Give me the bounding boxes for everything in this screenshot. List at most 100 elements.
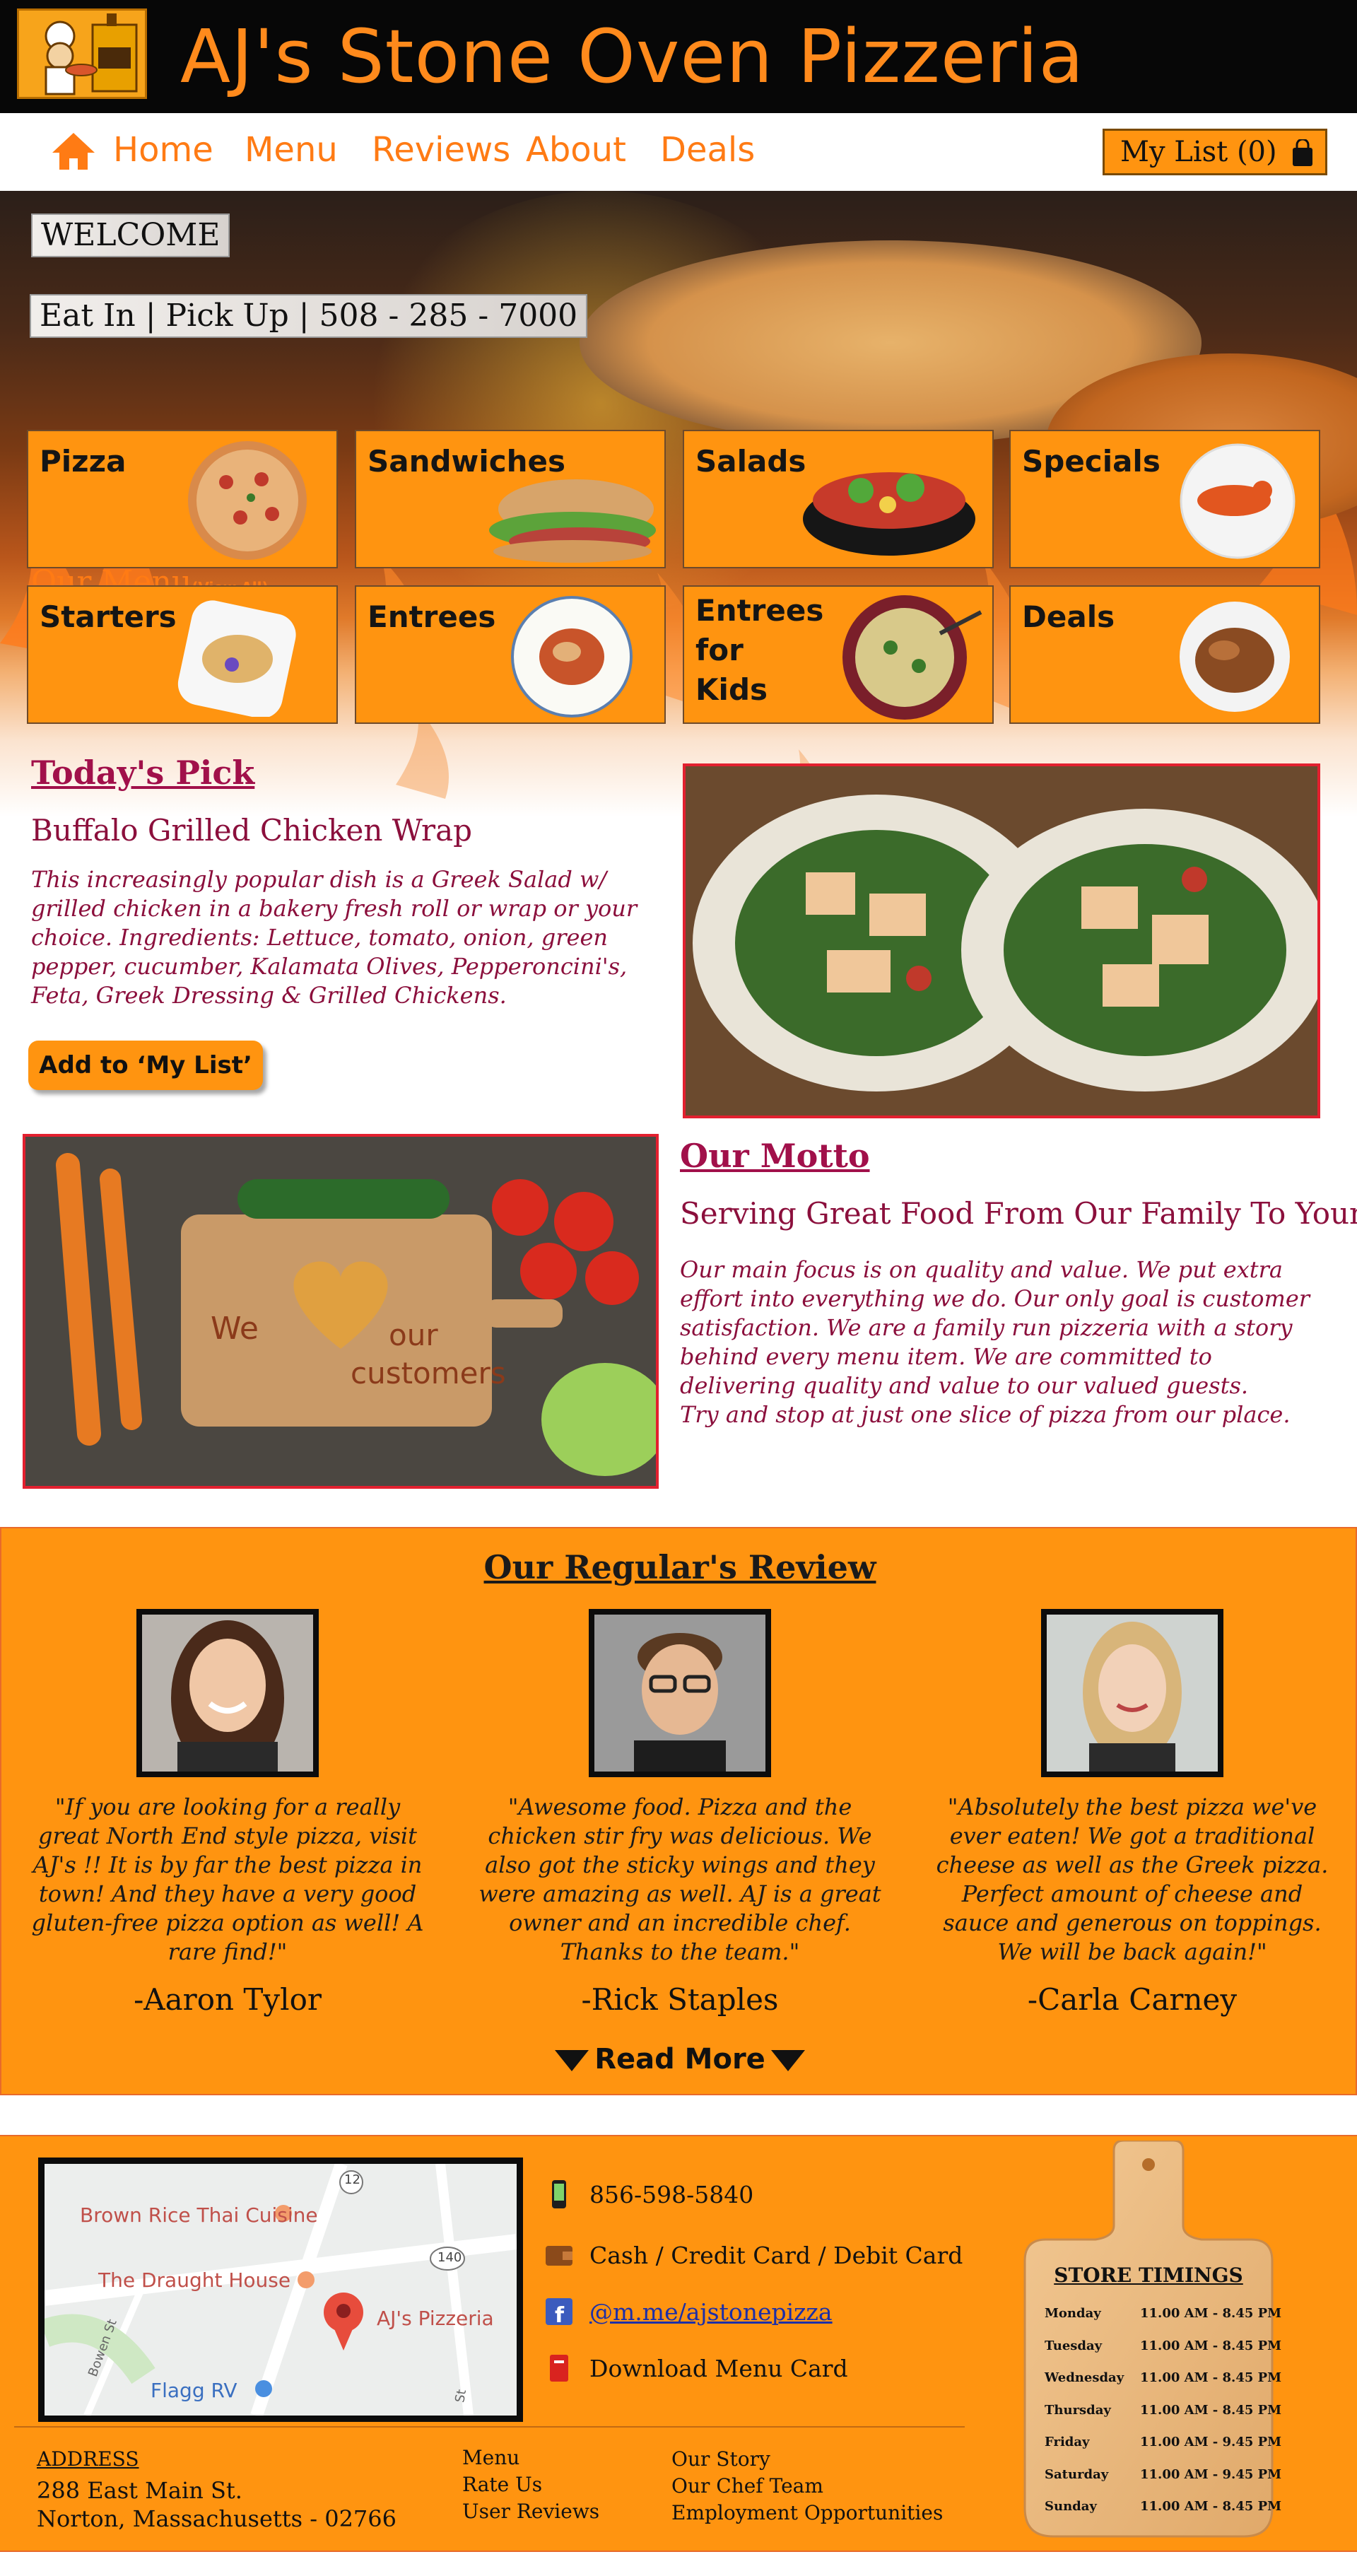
map-place-thai: Brown Rice Thai Cuisine — [80, 2203, 318, 2227]
reviews-title: Our Regular's Review — [483, 1548, 876, 1586]
timing-day: Tuesday — [1045, 2338, 1103, 2353]
chicken-wrap-photo — [683, 763, 1320, 1118]
category-label: Starters — [40, 599, 177, 634]
timing-hours: 11.00 AM - 8.45 PM — [1140, 2306, 1282, 2321]
roast-chicken-image — [1180, 602, 1290, 712]
footer-link-chef-team[interactable]: Our Chef Team — [671, 2474, 823, 2498]
timing-hours: 11.00 AM - 9.45 PM — [1140, 2466, 1282, 2482]
kids-entree-bowl-image — [842, 595, 982, 720]
wallet-icon — [546, 2246, 572, 2266]
our-motto-subheading: Serving Great Food From Our Family To Yo… — [680, 1196, 1357, 1231]
service-line: Eat In | Pick Up | 508 - 285 - 7000 — [30, 294, 588, 338]
facebook-icon: f — [546, 2298, 572, 2326]
home-icon[interactable] — [51, 131, 96, 171]
location-map[interactable]: Brown Rice Thai Cuisine The Draught Hous… — [38, 2158, 523, 2422]
image-word-our: our — [389, 1318, 438, 1352]
category-label: Specials — [1022, 444, 1161, 479]
category-salads[interactable]: Salads — [683, 430, 994, 568]
nav-home[interactable]: Home — [113, 129, 213, 171]
footer-link-employment[interactable]: Employment Opportunities — [671, 2501, 943, 2524]
timing-day: Wednesday — [1045, 2370, 1124, 2385]
footer-link-user-reviews[interactable]: User Reviews — [462, 2500, 599, 2523]
todays-pick-heading: Today's Pick — [31, 754, 255, 792]
triangle-down-icon — [555, 2050, 589, 2071]
timing-hours: 11.00 AM - 9.45 PM — [1140, 2435, 1282, 2449]
my-list-button[interactable]: My List (0) — [1103, 129, 1327, 175]
footer-link-rate-us[interactable]: Rate Us — [462, 2473, 542, 2496]
category-label: Entrees for Kids — [695, 593, 824, 707]
main-nav: Home Menu Reviews About Deals My List (0… — [0, 113, 1357, 191]
map-route-140: 140 — [437, 2250, 462, 2265]
timing-hours: 11.00 AM - 8.45 PM — [1140, 2338, 1282, 2353]
add-to-my-list-button[interactable]: Add to ‘My List’ — [28, 1041, 263, 1090]
facebook-row[interactable]: f @m.me/ajstonepizza — [544, 2295, 833, 2329]
logo[interactable] — [17, 8, 147, 99]
address-line-1: 288 East Main St. — [37, 2477, 242, 2504]
reviews-section: Our Regular's Review "If you are looking… — [0, 1527, 1357, 2095]
image-word-customers: customers — [351, 1356, 506, 1391]
svg-text:f: f — [555, 2303, 565, 2326]
entree-plate-image — [511, 596, 633, 718]
reviewer-photo — [142, 1615, 313, 1772]
site-footer: Brown Rice Thai Cuisine The Draught Hous… — [0, 2135, 1357, 2552]
category-label: Pizza — [40, 444, 127, 479]
review-card: "If you are looking for a really great N… — [23, 1609, 433, 2017]
shopping-bag-icon — [1293, 139, 1312, 166]
category-pizza[interactable]: Pizza — [27, 430, 338, 568]
nav-menu[interactable]: Menu — [245, 129, 338, 171]
triangle-down-icon — [770, 2050, 805, 2071]
starters-plate-image — [177, 600, 296, 717]
timing-day: Thursday — [1045, 2402, 1111, 2418]
category-starters[interactable]: Starters — [27, 585, 338, 724]
download-menu-card[interactable]: Download Menu Card — [589, 2355, 848, 2382]
avatar — [1041, 1609, 1223, 1777]
category-entrees-for-kids[interactable]: Entrees for Kids — [683, 585, 994, 724]
timing-hours: 11.00 AM - 8.45 PM — [1140, 2499, 1282, 2514]
category-deals[interactable]: Deals — [1009, 585, 1320, 724]
review-quote: "If you are looking for a really great N… — [31, 1793, 424, 1965]
download-row[interactable]: Download Menu Card — [544, 2351, 848, 2385]
review-card: "Absolutely the best pizza we've ever ea… — [927, 1609, 1337, 2017]
timing-hours: 11.00 AM - 8.45 PM — [1140, 2402, 1282, 2418]
reviewer-photo — [1047, 1615, 1218, 1772]
chef-pizza-oven-logo-icon — [19, 11, 145, 97]
address-line-2: Norton, Massachusetts - 02766 — [37, 2505, 396, 2532]
reviewer-photo — [594, 1615, 765, 1772]
footer-divider — [14, 2426, 965, 2428]
footer-link-menu[interactable]: Menu — [462, 2446, 519, 2469]
vegetables-board-illustration — [25, 1137, 656, 1486]
map-place-flagg: Flagg RV — [151, 2379, 237, 2402]
address-label: ADDRESS — [37, 2447, 139, 2471]
category-entrees[interactable]: Entrees — [355, 585, 666, 724]
chicken-wrap-illustration — [686, 766, 1317, 1116]
footer-link-our-story[interactable]: Our Story — [671, 2447, 770, 2471]
facebook-link[interactable]: @m.me/ajstonepizza — [589, 2298, 833, 2326]
image-word-we: We — [211, 1311, 259, 1347]
category-label: Deals — [1022, 599, 1115, 634]
map-place-draught: The Draught House — [98, 2268, 291, 2292]
site-header: AJ's Stone Oven Pizzeria — [0, 0, 1357, 113]
category-specials[interactable]: Specials — [1009, 430, 1320, 568]
payment-row: Cash / Credit Card / Debit Card — [544, 2238, 963, 2272]
map-route-12: 12 — [344, 2172, 360, 2187]
category-label: Entrees — [368, 599, 496, 634]
category-sandwiches[interactable]: Sandwiches — [355, 430, 666, 568]
review-quote: "Absolutely the best pizza we've ever ea… — [936, 1793, 1329, 1965]
todays-pick-description: This increasingly popular dish is a Gree… — [31, 866, 638, 1009]
nav-deals[interactable]: Deals — [660, 129, 755, 171]
phone-number: 856-598-5840 — [589, 2180, 754, 2208]
site-title: AJ's Stone Oven Pizzeria — [180, 13, 1085, 100]
timing-hours: 11.00 AM - 8.45 PM — [1140, 2370, 1282, 2385]
timing-day: Sunday — [1045, 2499, 1097, 2514]
read-more-button[interactable]: Read More — [1, 2043, 1357, 2076]
nav-reviews[interactable]: Reviews — [372, 129, 510, 171]
read-more-label: Read More — [594, 2043, 765, 2076]
todays-pick-dish: Buffalo Grilled Chicken Wrap — [31, 813, 473, 848]
phone-row[interactable]: 856-598-5840 — [544, 2177, 753, 2211]
timing-day: Monday — [1045, 2306, 1101, 2321]
review-author: -Rick Staples — [581, 1982, 779, 2017]
nav-about[interactable]: About — [526, 129, 626, 171]
sandwich-image — [489, 479, 656, 563]
salad-bowl-image — [803, 472, 975, 556]
store-timings-title: STORE TIMINGS — [1054, 2264, 1243, 2287]
